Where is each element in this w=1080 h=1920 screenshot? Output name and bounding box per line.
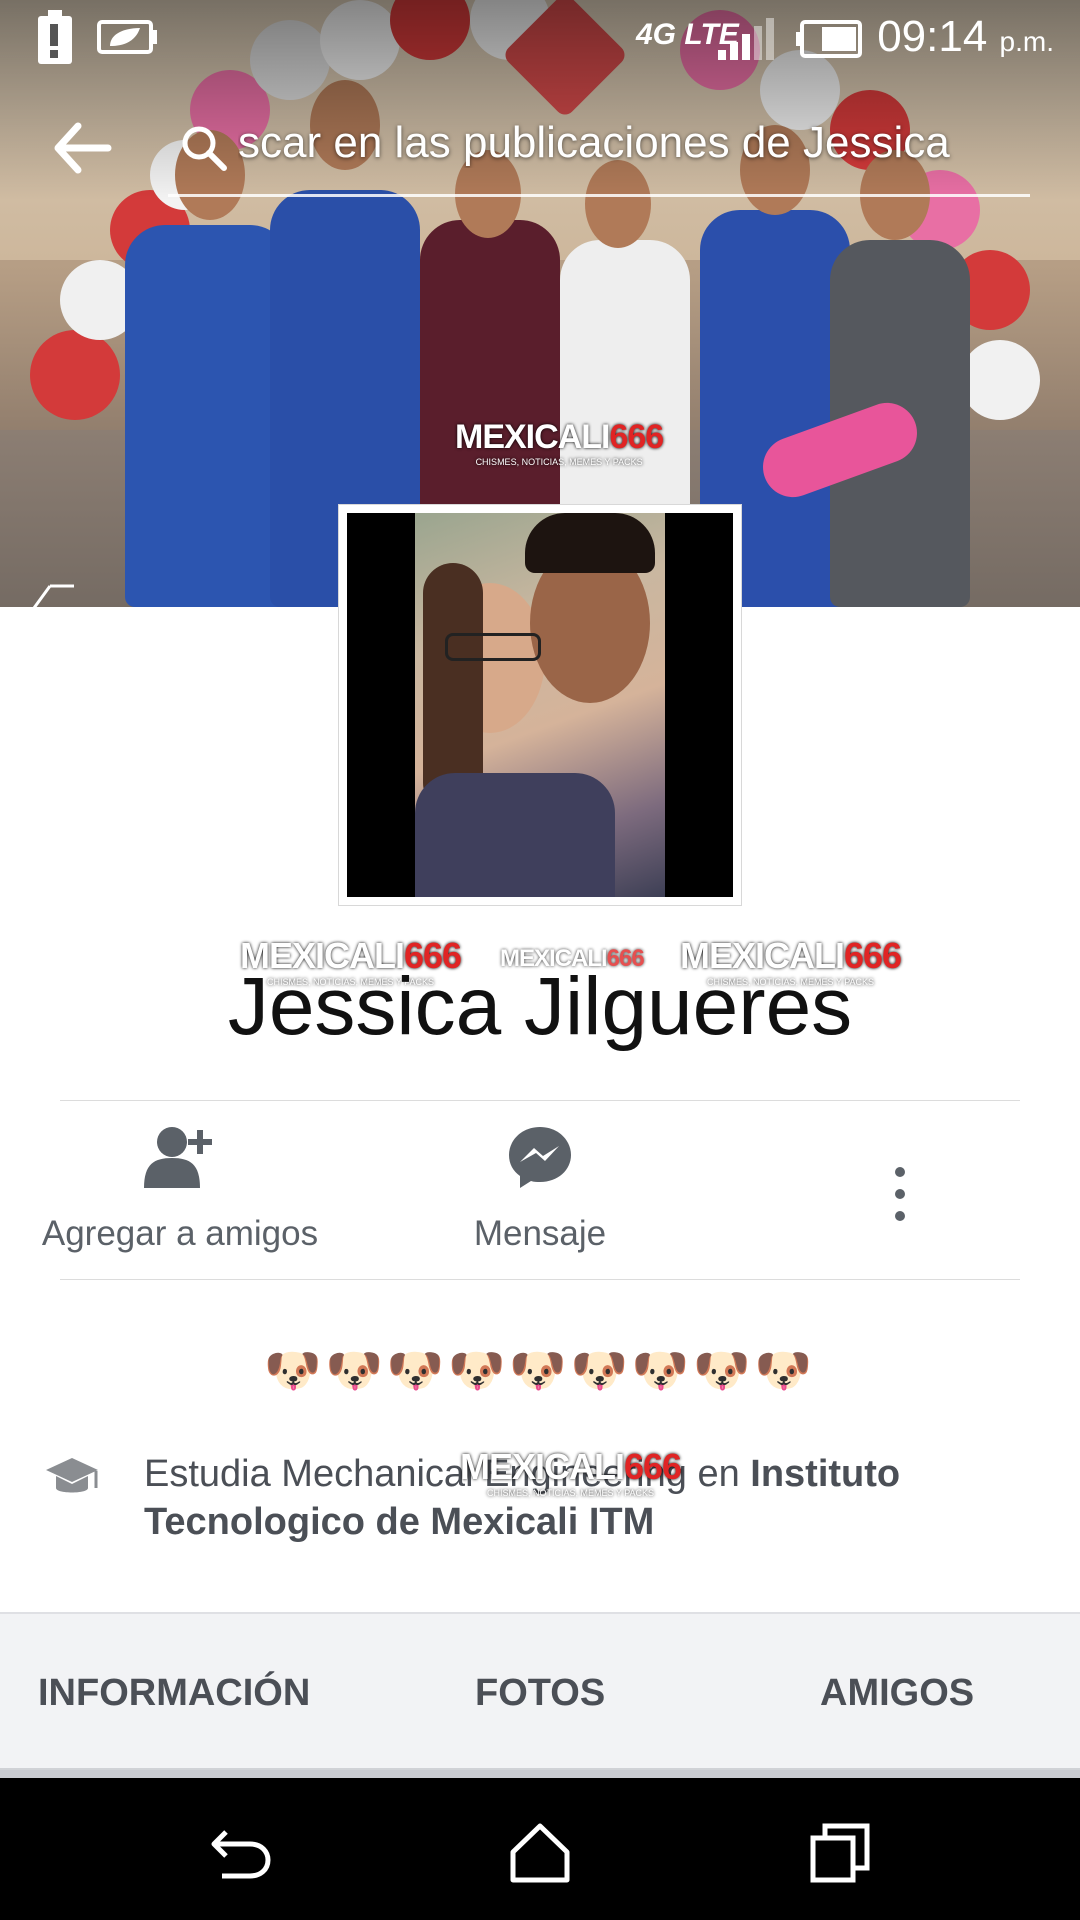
home-nav-icon[interactable]: [505, 1818, 575, 1888]
cover-watermark: MEXICALI666 CHISMES, NOTICIAS, MEMES Y P…: [455, 418, 664, 467]
clock: 09:14 p.m.: [877, 12, 1054, 61]
status-bar: 4G LTE 09:14 p.m.: [0, 0, 1080, 76]
divider-top: [60, 1100, 1020, 1101]
alert-icon: [38, 10, 72, 64]
bio-emoji-line: 🐶🐶🐶🐶🐶🐶🐶🐶🐶: [264, 1344, 816, 1396]
messenger-icon: [509, 1127, 571, 1188]
glasses: [445, 633, 541, 661]
profile-photo-frame[interactable]: [338, 504, 742, 906]
add-friend-label: Agregar a amigos: [41, 1214, 319, 1253]
search-input[interactable]: scar en las publicaciones de Jessica: [238, 118, 1028, 168]
divider-bottom: [60, 1279, 1020, 1280]
top-clothing: [415, 773, 615, 897]
search-icon: [182, 126, 227, 171]
tab-information[interactable]: INFORMACIÓN: [38, 1672, 310, 1715]
back-arrow-icon[interactable]: [52, 118, 112, 178]
back-nav-icon[interactable]: [206, 1818, 276, 1888]
tabs-shadow: [0, 1770, 1080, 1778]
balloon: [960, 340, 1040, 420]
more-vertical-icon: [895, 1167, 905, 1221]
battery-icon: [796, 20, 862, 58]
add-friend-button[interactable]: Agregar a amigos: [20, 1124, 340, 1264]
person-figure: [125, 225, 290, 607]
camera-edit-icon[interactable]: [30, 580, 78, 607]
battery-saver-icon: [97, 20, 157, 54]
message-label: Mensaje: [473, 1214, 607, 1253]
search-bar[interactable]: scar en las publicaciones de Jessica: [168, 110, 1030, 197]
profile-photo[interactable]: [347, 513, 733, 897]
tab-friends[interactable]: AMIGOS: [820, 1672, 974, 1715]
profile-name: Jessica Jilgueres: [227, 961, 853, 1052]
navigation-bar: [0, 1778, 1080, 1920]
add-friend-icon: [144, 1127, 212, 1188]
message-button[interactable]: Mensaje: [380, 1124, 700, 1264]
recent-apps-nav-icon[interactable]: [805, 1818, 875, 1888]
watermark-bio: MEXICALI666 CHISMES, NOTICIAS, MEMES Y P…: [460, 1446, 682, 1498]
more-options-button[interactable]: [860, 1124, 940, 1264]
hair-right: [525, 513, 655, 573]
tab-photos[interactable]: FOTOS: [475, 1672, 605, 1715]
graduation-cap-icon: [46, 1458, 98, 1493]
profile-tabs: INFORMACIÓN FOTOS AMIGOS: [0, 1612, 1080, 1770]
profile-photo-image: [415, 513, 665, 897]
balloon: [30, 330, 120, 420]
signal-strength-icon: [718, 18, 774, 60]
